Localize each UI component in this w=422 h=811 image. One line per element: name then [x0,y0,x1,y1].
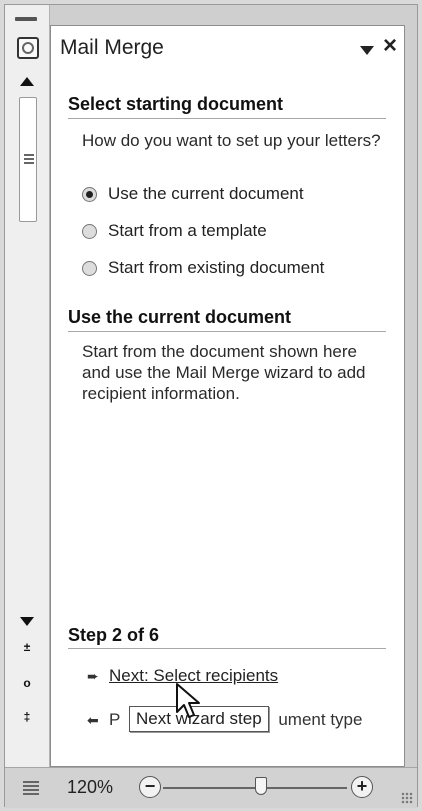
radio-use-current-document[interactable]: Use the current document [82,183,304,205]
divider [68,648,386,649]
next-page-icon[interactable]: ‡ [21,711,33,723]
vertical-scroll-thumb[interactable] [19,97,37,222]
ruler-grip[interactable] [15,17,37,21]
arrow-right-icon: ➨ [87,667,99,684]
radio-label: Start from existing document [108,258,325,277]
radio-label: Start from a template [108,221,267,240]
previous-page-icon[interactable]: ± [21,641,33,653]
divider [68,118,386,119]
step-label: Step 2 of 6 [68,625,160,645]
view-layout-icon[interactable] [23,781,39,795]
radio-label: Use the current document [108,184,304,203]
pane-title: Mail Merge [60,36,164,59]
divider [68,331,386,332]
setup-question: How do you want to set up your letters? [82,131,381,150]
radio-start-from-template[interactable]: Start from a template [82,220,267,242]
section-heading-select-starting-document: Select starting document [68,94,284,114]
previous-link-end[interactable]: ument type [278,710,362,730]
radio-start-from-existing-document[interactable]: Start from existing document [82,257,324,279]
zoom-out-button[interactable]: − [139,776,161,798]
section-description: Start from the document shown here and u… [82,342,366,403]
zoom-in-button[interactable]: + [351,776,373,798]
close-icon[interactable]: × [383,34,397,58]
scroll-down-icon[interactable] [20,617,34,626]
previous-link-start[interactable]: P [109,710,120,730]
radio-selected-icon [82,186,97,202]
section-heading-use-current-document: Use the current document [68,307,292,327]
chevron-down-icon[interactable] [360,46,374,55]
resize-grip-icon[interactable] [401,792,413,804]
scroll-up-icon[interactable] [20,77,34,86]
window-frame: ± o ‡ Mail Merge × Select starting docum… [4,4,418,808]
radio-unselected-icon [82,223,97,239]
radio-unselected-icon [82,260,97,276]
zoom-level[interactable]: 120% [67,777,113,798]
mail-merge-task-pane: Mail Merge × Select starting document Ho… [50,25,405,767]
vertical-ruler-strip: ± o ‡ [5,5,50,767]
scroll-grip-icon [24,154,34,164]
arrow-left-icon: ⬅ [87,711,99,728]
status-bar: 120% − + [5,767,417,808]
zoom-slider-thumb[interactable] [255,777,267,795]
mouse-pointer-icon [176,683,200,718]
select-browse-object-icon[interactable]: o [21,677,33,689]
mail-merge-icon [17,37,39,59]
